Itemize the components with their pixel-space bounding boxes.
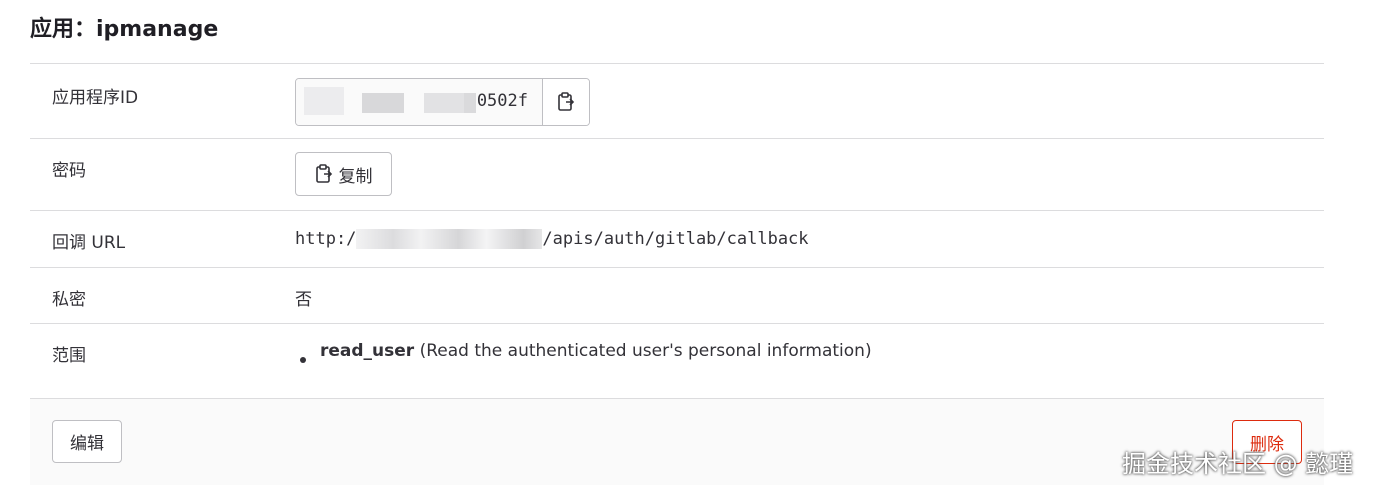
app-id-value: 0502f	[476, 91, 528, 111]
edit-button[interactable]: 编辑	[52, 420, 122, 463]
redaction-blur	[304, 87, 344, 115]
clipboard-icon	[315, 164, 332, 183]
redaction-blur	[424, 93, 464, 113]
watermark: 掘金技术社区 @ 懿瑾	[1122, 450, 1354, 478]
application-details-table: 应用程序ID 0502f 密码 复制 回调 URL http:/ /apis/a…	[30, 63, 1324, 400]
copy-app-id-button[interactable]	[542, 79, 589, 125]
scope-item: read_user (Read the authenticated user's…	[320, 341, 872, 361]
private-value: 否	[295, 290, 312, 310]
clipboard-icon	[558, 92, 575, 111]
row-callback-url: 回调 URL http:/ /apis/auth/gitlab/callback	[30, 210, 1324, 267]
redaction-blur	[356, 229, 543, 249]
row-scopes: 范围 read_user (Read the authenticated use…	[30, 323, 1324, 400]
redaction-blur	[464, 93, 476, 113]
app-id-field[interactable]: 0502f	[296, 79, 542, 125]
callback-url-prefix: http:/	[295, 229, 357, 249]
callback-url-label: 回调 URL	[52, 233, 126, 253]
scopes-label: 范围	[52, 346, 86, 366]
copy-secret-label: 复制	[338, 166, 373, 187]
secret-label: 密码	[52, 161, 86, 181]
callback-url-suffix: /apis/auth/gitlab/callback	[542, 229, 809, 249]
row-private: 私密 否	[30, 267, 1324, 323]
copy-secret-button[interactable]: 复制	[295, 152, 392, 196]
app-id-label: 应用程序ID	[52, 88, 139, 108]
redaction-blur	[362, 93, 404, 113]
scope-description: (Read the authenticated user's personal …	[419, 341, 872, 361]
scope-name: read_user	[320, 341, 415, 361]
callback-url-value: http:/ /apis/auth/gitlab/callback	[295, 229, 809, 249]
row-secret: 密码 复制	[30, 138, 1324, 210]
row-app-id: 应用程序ID 0502f	[30, 63, 1324, 138]
page-title: 应用：ipmanage	[30, 17, 219, 42]
app-id-input-group: 0502f	[295, 78, 590, 126]
private-label: 私密	[52, 290, 86, 310]
list-bullet	[300, 357, 306, 363]
